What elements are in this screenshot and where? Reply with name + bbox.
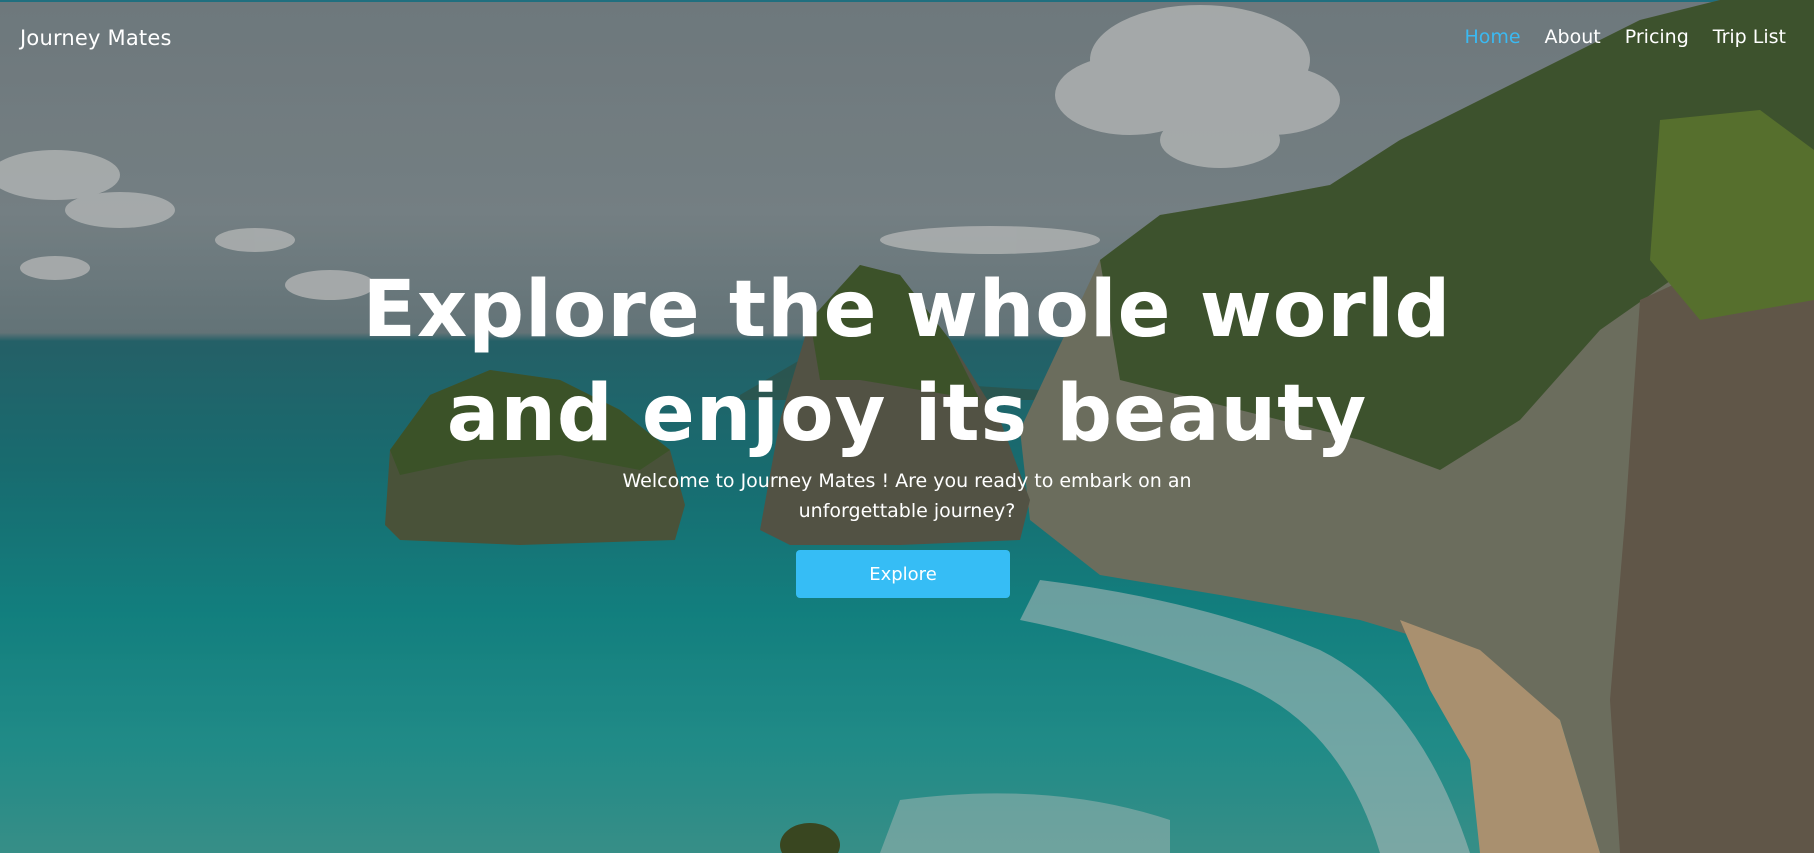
hero-subtitle-line1: Welcome to Journey Mates ! Are you ready…	[622, 470, 1192, 492]
hero-title: Explore the whole world and enjoy its be…	[0, 258, 1814, 466]
nav-menu: Home About Pricing Trip List	[1464, 26, 1786, 48]
hero-title-line2: and enjoy its beauty	[446, 369, 1368, 459]
hero-subtitle: Welcome to Journey Mates ! Are you ready…	[0, 466, 1814, 526]
nav-item-home[interactable]: Home	[1464, 26, 1520, 48]
hero-subtitle-line2: unforgettable journey?	[798, 500, 1016, 522]
top-navbar: Journey Mates Home About Pricing Trip Li…	[0, 0, 1814, 80]
brand-logo-text[interactable]: Journey Mates	[20, 26, 172, 50]
hero-section: Journey Mates Home About Pricing Trip Li…	[0, 0, 1814, 853]
hero-title-line1: Explore the whole world	[362, 265, 1452, 355]
nav-item-about[interactable]: About	[1545, 26, 1601, 48]
nav-item-trip-list[interactable]: Trip List	[1713, 26, 1786, 48]
explore-button[interactable]: Explore	[796, 550, 1010, 598]
nav-item-pricing[interactable]: Pricing	[1625, 26, 1689, 48]
